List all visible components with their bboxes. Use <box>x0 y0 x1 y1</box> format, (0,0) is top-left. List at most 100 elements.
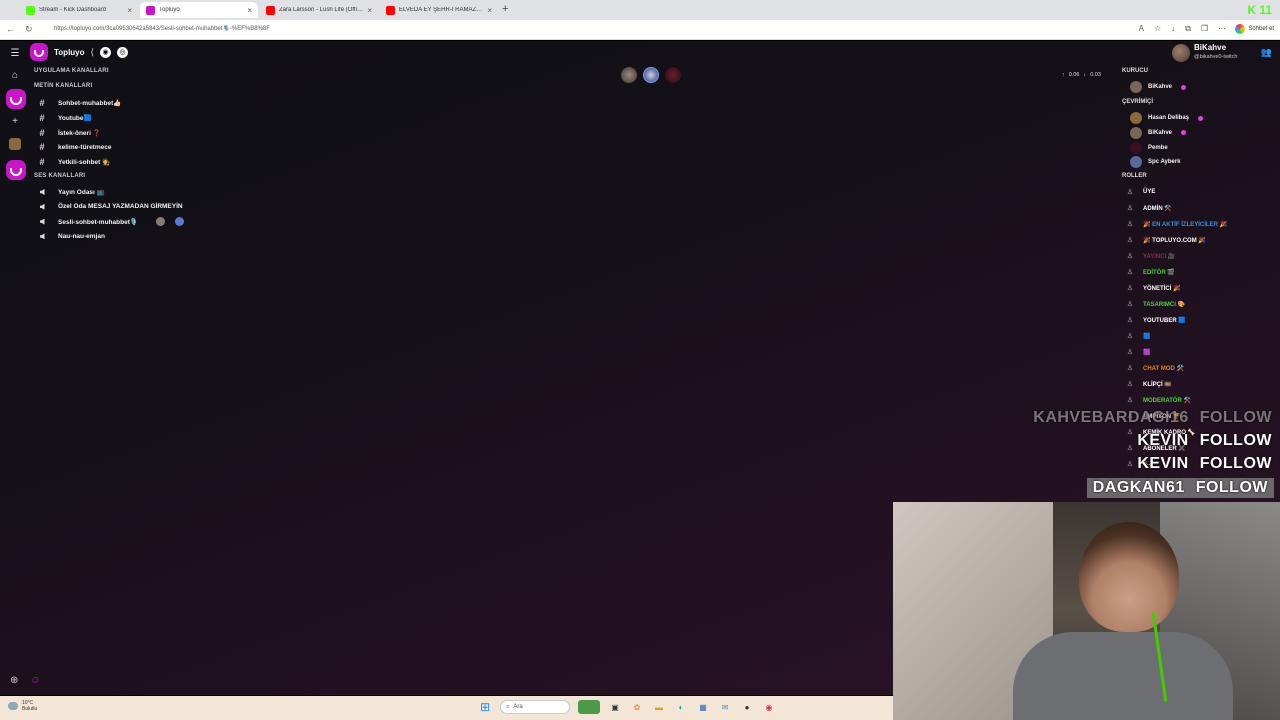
member-item[interactable]: Spc Ayberk <box>1130 156 1181 169</box>
settings-icon[interactable]: ◎ <box>117 46 129 58</box>
home-icon[interactable]: ⌂ <box>7 67 23 83</box>
extensions-icon[interactable]: ⧉ <box>1185 24 1191 34</box>
close-icon[interactable]: × <box>487 6 492 15</box>
channel-label: Youtube🟦 <box>58 114 92 122</box>
role-name: KLİPÇİ 🎞️ <box>1143 381 1172 388</box>
copilot-chat-button[interactable]: Sohbet et <box>1235 24 1274 34</box>
role-item[interactable]: ♙ 🎉 TOPLUYO.COM 🎉 <box>1126 234 1206 246</box>
role-item[interactable]: ♙ CHAT MOD 🛠️ <box>1126 362 1184 374</box>
role-icon: ♙ <box>1126 445 1134 452</box>
widgets-icon[interactable] <box>578 700 600 714</box>
back-icon[interactable]: ← <box>6 24 15 35</box>
role-item[interactable]: ♙ ADMİN ⚒️ <box>1126 202 1172 214</box>
text-channel-item[interactable]: # Yetkili-sohbet 🧑‍⚖️ <box>36 156 110 168</box>
participant-avatar[interactable] <box>155 217 165 227</box>
edge-icon[interactable]: ◐ <box>674 700 688 714</box>
close-icon[interactable]: × <box>247 6 252 15</box>
member-item[interactable]: BiKahve <box>1130 81 1187 93</box>
browser-tab[interactable]: Zara Larsson - Lush Life (Official V... × <box>260 2 378 18</box>
add-server-icon[interactable]: + <box>7 113 23 129</box>
role-item[interactable]: ♙ YAYINCI 🎥 <box>1126 250 1176 262</box>
close-icon[interactable]: × <box>127 6 132 15</box>
role-item[interactable]: ♙ 🟦 <box>1126 330 1151 342</box>
task-view-icon[interactable]: ▣ <box>608 700 622 714</box>
kick-icon[interactable]: ◉ <box>100 46 112 58</box>
topluyo-logo[interactable] <box>30 43 48 61</box>
share-icon[interactable]: ⟨ <box>91 47 95 58</box>
cloud-icon <box>8 702 18 710</box>
follow-alert: DAGKAN61 FOLLOW <box>1086 478 1274 498</box>
role-name: 🟦 <box>1143 333 1151 340</box>
role-item[interactable]: ♙ 🟪 <box>1126 346 1151 358</box>
role-item[interactable]: ♙ 🎉 EN AKTİF İZLEYİCİLER 🎉 <box>1126 218 1227 230</box>
voice-channel-item[interactable]: Sesli-sohbet-muhabbet🎙️ <box>36 216 184 228</box>
read-aloud-icon[interactable]: A <box>1139 24 1144 34</box>
taskbar-search[interactable]: ⌕ Ara <box>500 700 570 714</box>
browser-tab[interactable]: ELVEDA EY ŞEHR-İ RAMAZAN | M...× <box>380 2 498 18</box>
collections-icon[interactable]: ❐ <box>1201 24 1208 34</box>
address-icons: A ☆ ↓ ⧉ ❐ ⋯ <box>1139 24 1226 34</box>
text-channel-item[interactable]: # kelime-türetmece <box>36 141 111 153</box>
participant-avatar[interactable] <box>621 67 637 83</box>
current-user[interactable]: BiKahve @bikahve0-twitch 👥 <box>1170 41 1280 65</box>
download-icon[interactable]: ↓ <box>1171 24 1175 34</box>
upload-icon: ↑ <box>1062 72 1065 78</box>
copilot-taskbar-icon[interactable]: ✿ <box>630 700 644 714</box>
mail-icon[interactable]: ✉ <box>718 700 732 714</box>
app-name: Topluyo <box>54 47 85 57</box>
role-item[interactable]: ♙ MODERATÖR ⚒️ <box>1126 394 1191 406</box>
role-item[interactable]: ♙ ÜYE <box>1126 186 1155 198</box>
more-icon[interactable]: ⋯ <box>1218 24 1226 34</box>
role-item[interactable]: ♙ YOUTUBER 🟦 <box>1126 314 1186 326</box>
role-item[interactable]: ♙ EDİTÖR 🎬 <box>1126 266 1175 278</box>
role-item[interactable]: ♙ YÖNETİCİ 🎉 <box>1126 282 1181 294</box>
reload-icon[interactable]: ↻ <box>25 24 33 35</box>
globe-icon[interactable]: ⊕ <box>10 675 18 686</box>
topluyo-small-icon[interactable]: ☺ <box>30 675 40 686</box>
browser-tab[interactable]: Stream - Kick Dashboard × <box>20 2 138 18</box>
participant-avatar[interactable] <box>665 67 681 83</box>
member-item[interactable]: BiKahve <box>1130 126 1187 139</box>
member-item[interactable]: Hasan Delibaş <box>1130 112 1204 124</box>
url-field[interactable]: https://topluyo.com/3ca09530642a5843/Ses… <box>54 25 1104 32</box>
participant-avatar[interactable] <box>643 67 659 83</box>
weather-widget[interactable]: 10°C Bulutlu <box>8 700 37 712</box>
voice-channel-item[interactable]: Özel Oda MESAJ YAZMADAN GİRMEYİN <box>36 201 183 213</box>
member-item[interactable]: Pembe <box>1130 141 1168 154</box>
windows-start-icon[interactable]: ⊞ <box>478 700 492 714</box>
browser-tab[interactable]: Topluyo × <box>140 2 258 18</box>
role-icon: ♙ <box>1126 349 1134 356</box>
follower-name: KAHVEBARDAGI16 <box>1033 409 1189 426</box>
member-name: Spc Ayberk <box>1148 159 1181 166</box>
role-icon: ♙ <box>1126 237 1134 244</box>
store-icon[interactable]: ▦ <box>696 700 710 714</box>
server-topluyo-2[interactable] <box>6 160 26 180</box>
role-item[interactable]: ♙ TASARIMCI 🎨 <box>1126 298 1185 310</box>
text-channel-item[interactable]: # İstek-öneri ❓ <box>36 127 100 139</box>
role-name: YÖNETİCİ 🎉 <box>1143 285 1181 292</box>
taskbar-apps: ⊞ ⌕ Ara ▣ ✿ ▬ ◐ ▦ ✉ ● ◉ <box>478 700 776 714</box>
voice-channel-item[interactable]: Yayın Odası 📺 <box>36 186 105 198</box>
avatar <box>1130 112 1142 124</box>
role-item[interactable]: ♙ KLİPÇİ 🎞️ <box>1126 378 1172 390</box>
role-icon: ♙ <box>1126 205 1134 212</box>
favorite-icon[interactable]: ☆ <box>1154 24 1161 34</box>
weather-desc: Bulutlu <box>22 706 38 712</box>
avatar <box>1130 81 1142 93</box>
server-topluyo[interactable] <box>6 89 26 109</box>
follower-name: KEVIN <box>1137 432 1189 449</box>
close-icon[interactable]: × <box>367 6 372 15</box>
server-icon[interactable] <box>7 136 23 152</box>
text-channel-item[interactable]: # Sohbet-muhabbet👍🏻 <box>36 97 121 109</box>
badge-icon <box>1181 84 1187 90</box>
text-channel-item[interactable]: # Youtube🟦 <box>36 112 92 124</box>
participant-avatar[interactable] <box>174 217 184 227</box>
voice-channel-item[interactable]: Nau-nau-emjan <box>36 230 105 242</box>
menu-icon[interactable]: ☰ <box>7 45 23 61</box>
follow-action: FOLLOW <box>1195 479 1268 496</box>
obs-icon[interactable]: ● <box>740 700 754 714</box>
file-explorer-icon[interactable]: ▬ <box>652 700 666 714</box>
chrome-icon[interactable]: ◉ <box>762 700 776 714</box>
members-icon[interactable]: 👥 <box>1261 47 1272 58</box>
new-tab-button[interactable]: + <box>502 3 508 15</box>
